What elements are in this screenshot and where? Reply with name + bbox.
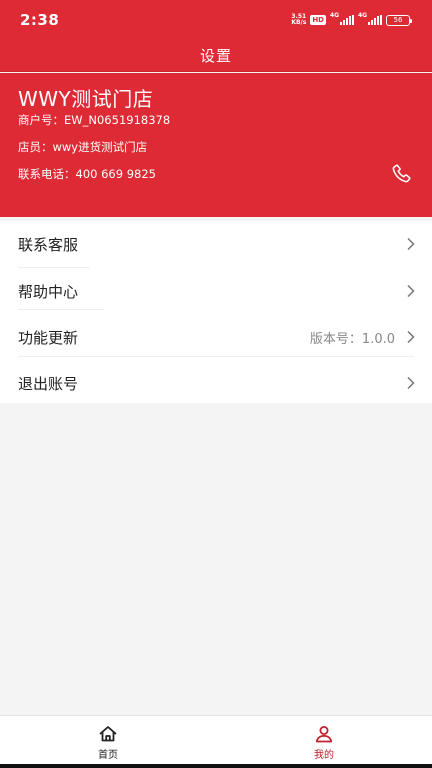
menu-item-feature-update[interactable]: 功能更新 版本号：1.0.0 <box>0 314 432 360</box>
store-name: WWY测试门店 <box>18 87 154 111</box>
network-speed: 3.51 KB/s <box>291 14 306 26</box>
status-indicators: 3.51 KB/s HD 4G 4G 56 <box>291 12 412 26</box>
chevron-right-icon <box>407 376 415 390</box>
menu-item-label: 退出账号 <box>18 374 79 393</box>
merchant-number: 商户号：EW_N0651918378 <box>18 113 171 127</box>
tab-label: 我的 <box>314 750 334 761</box>
page-title: 设置 <box>199 47 232 65</box>
battery-icon: 56 <box>386 14 412 26</box>
nav-bar: 设置 <box>0 40 432 72</box>
version-number: 版本号：1.0.0 <box>309 331 395 347</box>
battery-level: 56 <box>393 16 403 24</box>
tab-bar: 首页 我的 <box>0 715 432 764</box>
hd-voice-badge: HD <box>310 15 326 25</box>
divider <box>18 309 104 310</box>
signal-icon-2: 4G <box>358 12 382 25</box>
menu-item-label: 帮助中心 <box>18 282 79 301</box>
clerk-name: 店员：wwy进货测试门店 <box>18 140 148 154</box>
user-icon <box>315 726 333 743</box>
tab-label: 首页 <box>98 750 118 761</box>
menu-item-contact-service[interactable]: 联系客服 <box>0 221 432 267</box>
menu-item-label: 联系客服 <box>18 235 79 254</box>
gesture-bar <box>0 764 432 768</box>
signal-2-label: 4G <box>358 12 368 19</box>
home-icon <box>99 726 117 742</box>
phone-icon[interactable] <box>390 163 412 185</box>
tab-mine[interactable]: 我的 <box>284 716 364 765</box>
divider <box>18 356 414 357</box>
signal-1-label: 4G <box>330 12 340 19</box>
menu-item-help-center[interactable]: 帮助中心 <box>0 268 432 314</box>
menu-item-label: 功能更新 <box>18 328 79 347</box>
signal-icon: 4G <box>330 12 354 25</box>
store-profile: WWY测试门店 商户号：EW_N0651918378 店员：wwy进货测试门店 … <box>0 73 432 217</box>
menu-item-logout[interactable]: 退出账号 <box>0 360 432 406</box>
contact-phone: 联系电话：400 669 9825 <box>18 167 156 181</box>
chevron-right-icon <box>407 330 415 344</box>
status-time: 2:38 <box>20 11 60 29</box>
settings-menu: 联系客服 帮助中心 功能更新 版本号：1.0.0 退出账号 <box>0 221 432 403</box>
network-speed-unit: KB/s <box>291 19 307 26</box>
chevron-right-icon <box>407 237 415 251</box>
tab-home[interactable]: 首页 <box>68 716 148 765</box>
status-bar: 2:38 3.51 KB/s HD 4G 4G 56 <box>0 0 432 40</box>
chevron-right-icon <box>407 284 415 298</box>
